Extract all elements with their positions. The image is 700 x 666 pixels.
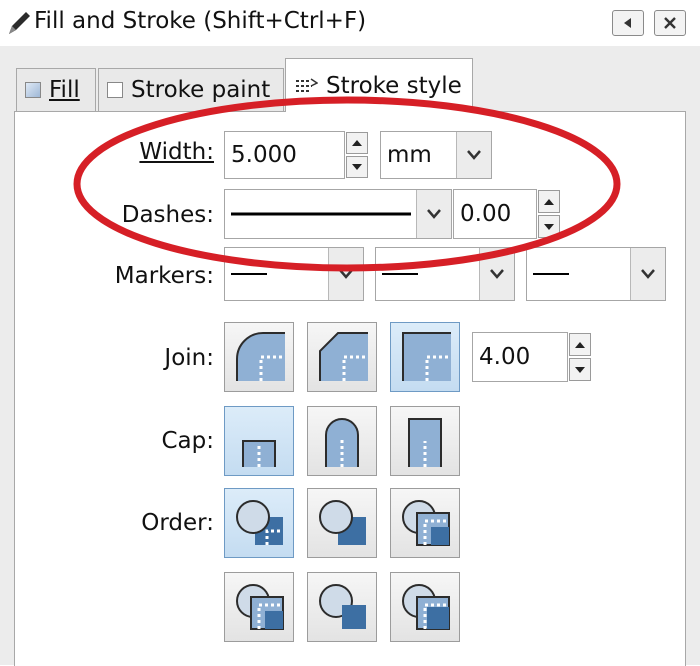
marker-preview: [376, 248, 479, 300]
miter-limit-spinner[interactable]: [569, 332, 591, 382]
chevron-down-icon[interactable]: [416, 190, 451, 238]
spin-down-icon[interactable]: [346, 156, 368, 178]
undock-icon: [624, 18, 631, 28]
order-markers-fill-stroke-icon: [236, 584, 284, 630]
stroke-style-icon: [296, 77, 318, 92]
close-icon: [664, 17, 676, 29]
dash-offset-input[interactable]: 0.00: [453, 189, 537, 239]
spin-down-icon[interactable]: [538, 215, 560, 238]
start-marker-select[interactable]: [224, 247, 364, 301]
join-round-button[interactable]: [224, 322, 294, 392]
order-stroke-markers-fill-icon: [319, 584, 366, 629]
tab-stroke-paint[interactable]: Stroke paint: [98, 68, 284, 111]
join-label: Join:: [164, 345, 214, 371]
fill-swatch-icon: [25, 82, 41, 98]
width-spinner[interactable]: [346, 131, 368, 179]
tab-stroke-paint-label: Stroke paint: [131, 77, 271, 103]
close-button[interactable]: [654, 10, 686, 36]
chevron-down-icon[interactable]: [479, 248, 514, 300]
markers-label: Markers:: [114, 263, 214, 289]
cap-label: Cap:: [161, 428, 214, 454]
window-title: Fill and Stroke (Shift+Ctrl+F): [34, 8, 367, 34]
order-stroke-fill-markers-icon: [319, 500, 366, 545]
pen-icon: [4, 8, 34, 38]
order-stroke-fill-markers-button[interactable]: [307, 488, 377, 558]
join-round-icon: [236, 332, 285, 381]
order-markers-fill-stroke-button[interactable]: [224, 572, 294, 642]
spin-up-icon[interactable]: [538, 190, 560, 213]
cap-butt-button[interactable]: [224, 406, 294, 476]
cap-square-icon: [408, 418, 442, 467]
marker-preview: [527, 248, 630, 300]
chevron-down-icon[interactable]: [630, 248, 665, 300]
order-markers-stroke-fill-button[interactable]: [390, 572, 460, 642]
order-label: Order:: [141, 510, 214, 536]
tab-fill-label: Fill: [49, 77, 80, 103]
order-fill-stroke-markers-icon: [236, 500, 283, 545]
join-miter-icon: [402, 332, 451, 381]
join-miter-button[interactable]: [390, 322, 460, 392]
unit-select[interactable]: mm: [380, 131, 492, 179]
tab-stroke-style-label: Stroke style: [326, 72, 462, 99]
spin-up-icon[interactable]: [569, 333, 591, 356]
end-marker-select[interactable]: [526, 247, 666, 301]
order-fill-markers-stroke-button[interactable]: [390, 488, 460, 558]
spin-up-icon[interactable]: [346, 132, 368, 154]
cap-round-icon: [325, 418, 359, 467]
order-fill-markers-stroke-icon: [402, 500, 450, 546]
tab-stroke-style[interactable]: Stroke style: [285, 58, 473, 112]
order-stroke-markers-fill-button[interactable]: [307, 572, 377, 642]
stroke-swatch-icon: [107, 82, 123, 98]
order-fill-stroke-markers-button[interactable]: [224, 488, 294, 558]
chevron-down-icon[interactable]: [456, 132, 491, 178]
order-markers-stroke-fill-icon: [402, 584, 450, 630]
undock-button[interactable]: [612, 10, 644, 36]
join-bevel-icon: [319, 332, 368, 381]
width-input[interactable]: 5.000: [224, 131, 345, 179]
dash-pattern-select[interactable]: [224, 189, 452, 239]
dash-offset-spinner[interactable]: [538, 189, 560, 239]
chevron-down-icon[interactable]: [328, 248, 363, 300]
dashes-label: Dashes:: [121, 202, 214, 228]
unit-value: mm: [387, 142, 432, 168]
marker-preview: [225, 248, 328, 300]
dash-pattern-preview: [225, 190, 416, 238]
join-bevel-button[interactable]: [307, 322, 377, 392]
cap-butt-icon: [242, 440, 276, 467]
miter-limit-input[interactable]: 4.00: [472, 332, 568, 382]
width-label: Width:: [139, 139, 214, 165]
cap-square-button[interactable]: [390, 406, 460, 476]
cap-round-button[interactable]: [307, 406, 377, 476]
tab-fill[interactable]: Fill: [16, 68, 96, 111]
spin-down-icon[interactable]: [569, 358, 591, 381]
mid-marker-select[interactable]: [375, 247, 515, 301]
